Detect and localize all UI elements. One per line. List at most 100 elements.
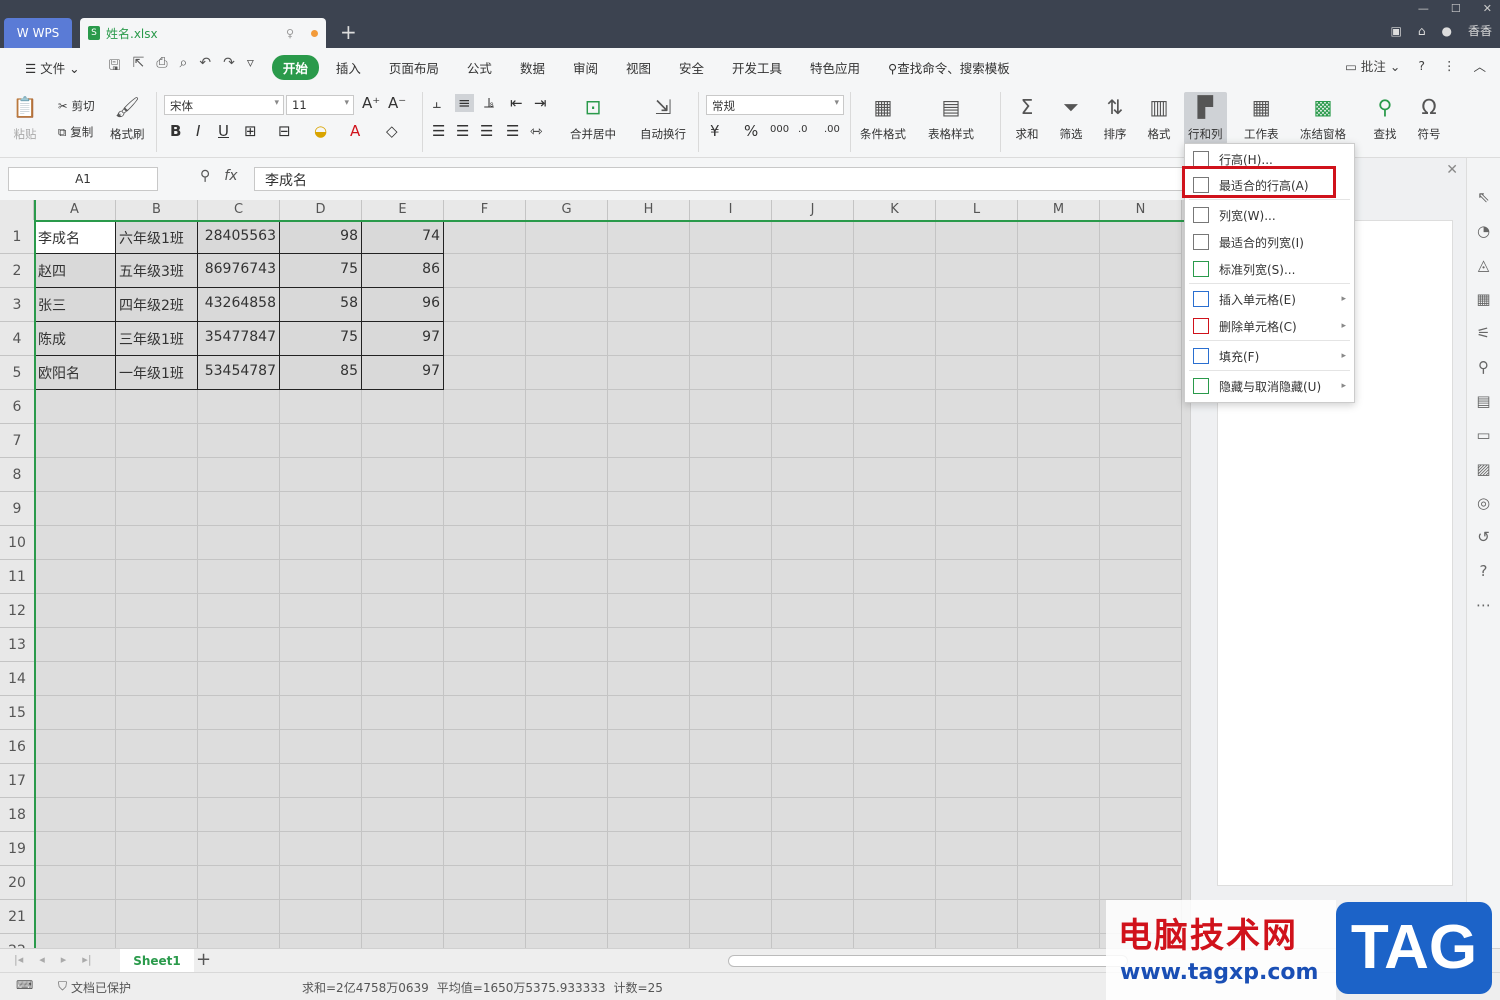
wps-home-tab[interactable]: W WPS bbox=[4, 18, 72, 48]
empty-cell[interactable] bbox=[526, 390, 608, 424]
empty-cell[interactable] bbox=[116, 934, 198, 948]
empty-cell[interactable] bbox=[362, 662, 444, 696]
table-style-button[interactable]: ▤ 表格样式 bbox=[928, 94, 974, 142]
empty-cell[interactable] bbox=[1018, 492, 1100, 526]
empty-cell[interactable] bbox=[1100, 288, 1182, 322]
minimize-icon[interactable]: — bbox=[1418, 2, 1429, 15]
empty-cell[interactable] bbox=[690, 594, 772, 628]
empty-cell[interactable] bbox=[444, 628, 526, 662]
empty-cell[interactable] bbox=[444, 220, 526, 254]
empty-cell[interactable] bbox=[1100, 356, 1182, 390]
empty-cell[interactable] bbox=[1018, 764, 1100, 798]
fill-color-icon[interactable]: ◒ bbox=[314, 122, 327, 140]
empty-cell[interactable] bbox=[690, 662, 772, 696]
empty-cell[interactable] bbox=[1100, 798, 1182, 832]
empty-cell[interactable] bbox=[1018, 594, 1100, 628]
data-cell[interactable]: 85 bbox=[280, 356, 362, 390]
data-cell[interactable]: 赵四 bbox=[34, 254, 116, 288]
empty-cell[interactable] bbox=[690, 560, 772, 594]
indent-increase-icon[interactable]: ⇥ bbox=[534, 94, 547, 112]
column-header[interactable]: N bbox=[1100, 200, 1182, 220]
row-header[interactable]: 18 bbox=[0, 798, 34, 832]
empty-cell[interactable] bbox=[362, 696, 444, 730]
indent-decrease-icon[interactable]: ⇤ bbox=[510, 94, 523, 112]
tab-page-layout[interactable]: 页面布局 bbox=[378, 55, 450, 80]
empty-cell[interactable] bbox=[854, 832, 936, 866]
align-right-icon[interactable]: ☰ bbox=[480, 122, 493, 140]
empty-cell[interactable] bbox=[34, 798, 116, 832]
font-shrink-icon[interactable]: A⁻ bbox=[388, 94, 406, 112]
tab-review[interactable]: 审阅 bbox=[562, 55, 609, 80]
empty-cell[interactable] bbox=[280, 560, 362, 594]
empty-cell[interactable] bbox=[1018, 934, 1100, 948]
property-icon[interactable]: ⚟ bbox=[1477, 324, 1490, 342]
empty-cell[interactable] bbox=[198, 492, 280, 526]
empty-cell[interactable] bbox=[198, 560, 280, 594]
empty-cell[interactable] bbox=[854, 696, 936, 730]
empty-cell[interactable] bbox=[690, 424, 772, 458]
file-tab[interactable]: S 姓名.xlsx ♀ bbox=[80, 18, 326, 48]
empty-cell[interactable] bbox=[198, 866, 280, 900]
empty-cell[interactable] bbox=[772, 764, 854, 798]
empty-cell[interactable] bbox=[1018, 662, 1100, 696]
empty-cell[interactable] bbox=[280, 866, 362, 900]
row-header[interactable]: 6 bbox=[0, 390, 34, 424]
column-header[interactable]: H bbox=[608, 200, 690, 220]
empty-cell[interactable] bbox=[1018, 220, 1100, 254]
column-header[interactable]: M bbox=[1018, 200, 1100, 220]
tab-data[interactable]: 数据 bbox=[509, 55, 556, 80]
empty-cell[interactable] bbox=[690, 798, 772, 832]
thousands-icon[interactable]: 000 bbox=[770, 124, 789, 135]
empty-cell[interactable] bbox=[1100, 220, 1182, 254]
row-header[interactable]: 17 bbox=[0, 764, 34, 798]
empty-cell[interactable] bbox=[34, 424, 116, 458]
empty-cell[interactable] bbox=[690, 866, 772, 900]
empty-cell[interactable] bbox=[608, 934, 690, 948]
empty-cell[interactable] bbox=[690, 288, 772, 322]
row-header[interactable]: 8 bbox=[0, 458, 34, 492]
empty-cell[interactable] bbox=[854, 288, 936, 322]
row-header[interactable]: 19 bbox=[0, 832, 34, 866]
empty-cell[interactable] bbox=[444, 696, 526, 730]
empty-cell[interactable] bbox=[1100, 254, 1182, 288]
empty-cell[interactable] bbox=[444, 832, 526, 866]
empty-cell[interactable] bbox=[772, 492, 854, 526]
empty-cell[interactable] bbox=[1018, 832, 1100, 866]
empty-cell[interactable] bbox=[608, 594, 690, 628]
backup-icon[interactable]: ◎ bbox=[1477, 494, 1490, 512]
tab-home[interactable]: 开始 bbox=[271, 54, 319, 80]
empty-cell[interactable] bbox=[280, 730, 362, 764]
empty-cell[interactable] bbox=[1018, 458, 1100, 492]
empty-cell[interactable] bbox=[1018, 730, 1100, 764]
more-tools-icon[interactable]: ⋯ bbox=[1476, 596, 1491, 614]
empty-cell[interactable] bbox=[1018, 288, 1100, 322]
empty-cell[interactable] bbox=[690, 254, 772, 288]
empty-cell[interactable] bbox=[1100, 696, 1182, 730]
document-icon[interactable]: ▤ bbox=[1476, 392, 1490, 410]
empty-cell[interactable] bbox=[772, 424, 854, 458]
tab-security[interactable]: 安全 bbox=[668, 55, 715, 80]
empty-cell[interactable] bbox=[936, 696, 1018, 730]
more-quick-icon[interactable]: ▿ bbox=[247, 55, 254, 79]
empty-cell[interactable] bbox=[1018, 322, 1100, 356]
column-header[interactable]: G bbox=[526, 200, 608, 220]
empty-cell[interactable] bbox=[608, 492, 690, 526]
empty-cell[interactable] bbox=[116, 594, 198, 628]
font-grow-icon[interactable]: A⁺ bbox=[362, 94, 380, 112]
empty-cell[interactable] bbox=[526, 628, 608, 662]
empty-cell[interactable] bbox=[936, 832, 1018, 866]
tab-developer[interactable]: 开发工具 bbox=[721, 55, 793, 80]
select-icon[interactable]: ⇖ bbox=[1477, 188, 1490, 206]
empty-cell[interactable] bbox=[444, 526, 526, 560]
empty-cell[interactable] bbox=[608, 730, 690, 764]
formula-input[interactable]: 李成名 bbox=[254, 167, 1190, 191]
align-top-icon[interactable]: ⫠ bbox=[432, 94, 441, 112]
empty-cell[interactable] bbox=[1100, 424, 1182, 458]
empty-cell[interactable] bbox=[936, 424, 1018, 458]
italic-icon[interactable]: I bbox=[196, 122, 200, 140]
empty-cell[interactable] bbox=[1018, 696, 1100, 730]
data-cell[interactable]: 75 bbox=[280, 322, 362, 356]
empty-cell[interactable] bbox=[1100, 322, 1182, 356]
empty-cell[interactable] bbox=[690, 764, 772, 798]
empty-cell[interactable] bbox=[198, 832, 280, 866]
